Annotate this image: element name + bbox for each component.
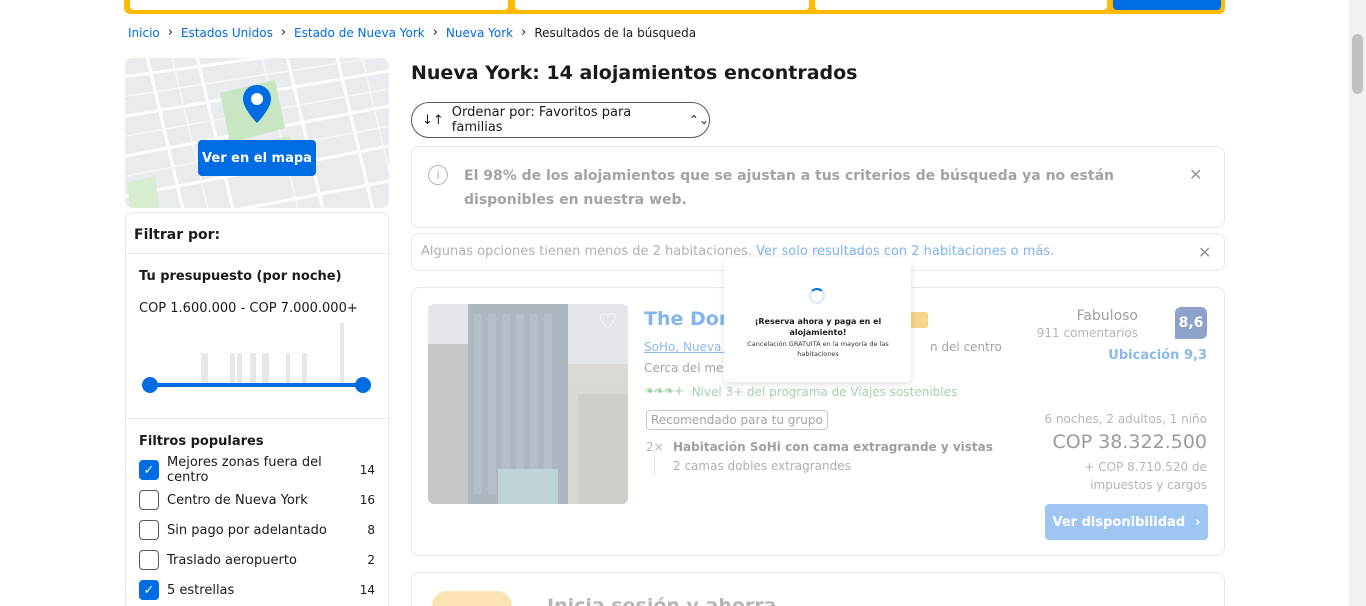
filter-count: 14 xyxy=(359,583,375,597)
availability-alert: i El 98% de los alojamientos que se ajus… xyxy=(411,146,1225,228)
page-scrollbar[interactable] xyxy=(1349,0,1366,606)
recommended-badge: Recomendado para tu grupo xyxy=(646,410,828,430)
sort-label: Ordenar por: Favoritos para familias xyxy=(451,105,632,135)
popup-subtitle: Cancelación GRATUITA en la mayoría de la… xyxy=(747,340,889,358)
room-name: Habitación SoHi con cama extragrande y v… xyxy=(673,440,993,454)
chevron-right-icon: › xyxy=(1195,514,1201,530)
signin-promo-title: Inicia sesión y ahorra xyxy=(547,595,777,606)
breadcrumb-city[interactable]: Nueva York xyxy=(446,26,513,40)
promo-illustration xyxy=(432,591,512,606)
popular-filters-title: Filtros populares xyxy=(139,434,264,449)
close-icon[interactable]: ✕ xyxy=(1189,165,1202,184)
filters-panel: Filtrar por: Tu presupuesto (por noche) … xyxy=(125,212,389,606)
filter-option[interactable]: Centro de Nueva York 16 xyxy=(139,489,375,511)
breadcrumb-home[interactable]: Inicio xyxy=(128,26,160,40)
results-title: Nueva York: 14 alojamientos encontrados xyxy=(411,62,858,84)
checkbox-checked[interactable]: ✓ xyxy=(139,460,159,480)
filter-option[interactable]: ✓ Mejores zonas fuera del centro 14 xyxy=(139,455,375,485)
chevron-right-icon: › xyxy=(521,25,527,40)
search-bar xyxy=(124,0,1225,14)
filter-count: 2 xyxy=(367,553,375,567)
close-icon[interactable]: ✕ xyxy=(1198,243,1211,262)
search-button[interactable] xyxy=(1113,0,1221,10)
rooms-alert-message: Algunas opciones tienen menos de 2 habit… xyxy=(421,244,757,259)
alert-message: El 98% de los alojamientos que se ajusta… xyxy=(464,168,1114,208)
loading-popup: ¡Reserva ahora y paga en el alojamiento!… xyxy=(724,258,911,382)
map-image xyxy=(125,58,389,208)
popup-title: ¡Reserva ahora y paga en el alojamiento! xyxy=(754,317,882,337)
sort-dropdown[interactable]: ↓↑ Ordenar por: Favoritos para familias … xyxy=(411,102,710,138)
review-score-word: Fabuloso xyxy=(1076,308,1138,324)
leaf-icon: ❧❧❧+ xyxy=(644,384,685,399)
loading-spinner-icon xyxy=(809,288,825,304)
page: Inicio › Estados Unidos › Estado de Nuev… xyxy=(0,0,1366,606)
favorite-heart-icon[interactable]: ♡ xyxy=(598,312,620,334)
checkbox[interactable] xyxy=(139,520,159,540)
view-map-button[interactable]: Ver en el mapa xyxy=(198,140,316,176)
rooms-filter-link[interactable]: Ver solo resultados con 2 habitaciones o… xyxy=(756,244,1054,259)
scrollbar-thumb[interactable] xyxy=(1352,34,1363,94)
location-score: Ubicación 9,3 xyxy=(1108,348,1207,363)
location-pin-icon xyxy=(241,84,273,126)
dates-field[interactable] xyxy=(515,0,809,10)
filter-option[interactable]: Traslado aeropuerto 2 xyxy=(139,549,375,571)
budget-slider-max-handle[interactable] xyxy=(355,377,371,393)
filter-count: 14 xyxy=(359,463,375,477)
property-distance: n del centro xyxy=(930,340,1002,354)
divider xyxy=(126,418,388,419)
chevron-right-icon: › xyxy=(432,25,438,40)
room-beds: 2 camas dobles extragrandes xyxy=(673,459,851,473)
info-icon: i xyxy=(428,165,448,185)
filter-label: 5 estrellas xyxy=(167,582,235,598)
filter-label: Mejores zonas fuera del centro xyxy=(167,455,322,485)
check-availability-button[interactable]: Ver disponibilidad › xyxy=(1045,504,1208,540)
filter-label: Traslado aeropuerto xyxy=(167,552,297,568)
review-count: 911 comentarios xyxy=(1036,326,1138,340)
chevron-right-icon: › xyxy=(167,25,173,40)
budget-histogram xyxy=(201,323,344,383)
breadcrumb: Inicio › Estados Unidos › Estado de Nuev… xyxy=(128,25,696,40)
checkbox-checked[interactable]: ✓ xyxy=(139,580,159,600)
signin-promo-card[interactable]: Inicia sesión y ahorra xyxy=(411,572,1225,606)
stay-details: 6 noches, 2 adultos, 1 niño xyxy=(1044,412,1208,426)
sustainability-label: Nivel 3+ del programa de Viajes sostenib… xyxy=(691,384,958,399)
sustainability-badge: ❧❧❧+ Nivel 3+ del programa de Viajes sost… xyxy=(644,384,957,399)
chevron-updown-icon: ⌃⌄ xyxy=(688,113,709,127)
filter-label: Centro de Nueva York xyxy=(167,492,308,508)
budget-slider-track[interactable] xyxy=(150,383,363,387)
map-thumbnail[interactable]: Ver en el mapa xyxy=(125,58,389,208)
breadcrumb-state[interactable]: Estado de Nueva York xyxy=(294,26,425,40)
breadcrumb-current: Resultados de la búsqueda xyxy=(534,25,697,40)
filter-count: 16 xyxy=(359,493,375,507)
filter-option[interactable]: ✓ 5 estrellas 14 xyxy=(139,579,375,601)
breadcrumb-country[interactable]: Estados Unidos xyxy=(181,26,273,40)
property-location-link[interactable]: SoHo, Nueva Y xyxy=(644,340,733,354)
rating-stars-icon xyxy=(910,312,928,328)
taxes-note: + COP 8.710.520 de impuestos y cargos xyxy=(1084,460,1207,492)
divider xyxy=(654,456,655,476)
destination-field[interactable] xyxy=(130,0,508,10)
guests-field[interactable] xyxy=(815,0,1107,10)
budget-slider-min-handle[interactable] xyxy=(142,377,158,393)
availability-label: Ver disponibilidad xyxy=(1052,514,1186,530)
rooms-alert-text: Algunas opciones tienen menos de 2 habit… xyxy=(421,244,1054,259)
price: COP 38.322.500 xyxy=(1052,431,1207,453)
sort-arrows-icon: ↓↑ xyxy=(422,112,444,128)
checkbox[interactable] xyxy=(139,490,159,510)
filter-count: 8 xyxy=(367,523,375,537)
filter-label: Sin pago por adelantado xyxy=(167,522,327,538)
chevron-right-icon: › xyxy=(280,25,287,40)
review-score-badge[interactable]: 8,6 xyxy=(1175,307,1207,339)
room-quantity: 2× xyxy=(646,440,664,454)
checkbox[interactable] xyxy=(139,550,159,570)
filter-option[interactable]: Sin pago por adelantado 8 xyxy=(139,519,375,541)
